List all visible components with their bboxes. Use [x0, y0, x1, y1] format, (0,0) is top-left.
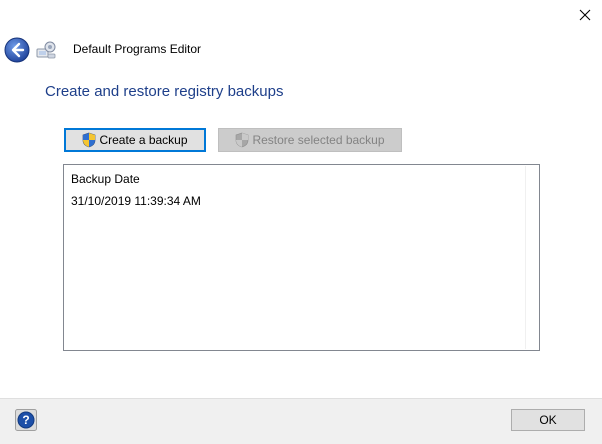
- page-heading: Create and restore registry backups: [45, 83, 284, 100]
- uac-shield-icon: [236, 132, 249, 148]
- restore-backup-button[interactable]: Restore selected backup: [218, 128, 402, 152]
- help-button[interactable]: ?: [15, 409, 37, 431]
- uac-shield-icon: [83, 132, 96, 148]
- backup-list[interactable]: Backup Date 31/10/2019 11:39:34 AM: [63, 164, 540, 351]
- create-backup-button[interactable]: Create a backup: [64, 128, 206, 152]
- svg-text:?: ?: [22, 413, 29, 427]
- restore-backup-label: Restore selected backup: [252, 133, 385, 147]
- help-icon: ?: [15, 409, 37, 431]
- close-icon: [579, 9, 591, 21]
- list-item[interactable]: 31/10/2019 11:39:34 AM: [71, 194, 201, 208]
- close-button[interactable]: [570, 2, 600, 28]
- default-programs-editor-icon: [36, 40, 56, 60]
- back-arrow-icon: [4, 37, 30, 63]
- list-divider: [525, 166, 526, 349]
- dialog-footer: ? OK: [0, 398, 602, 444]
- ok-button[interactable]: OK: [511, 409, 585, 431]
- back-button[interactable]: [4, 37, 30, 63]
- column-header-backup-date[interactable]: Backup Date: [71, 172, 140, 186]
- window-title: Default Programs Editor: [73, 42, 202, 56]
- dialog-window: Default Programs Editor Create and resto…: [0, 0, 602, 444]
- create-backup-label: Create a backup: [99, 133, 188, 147]
